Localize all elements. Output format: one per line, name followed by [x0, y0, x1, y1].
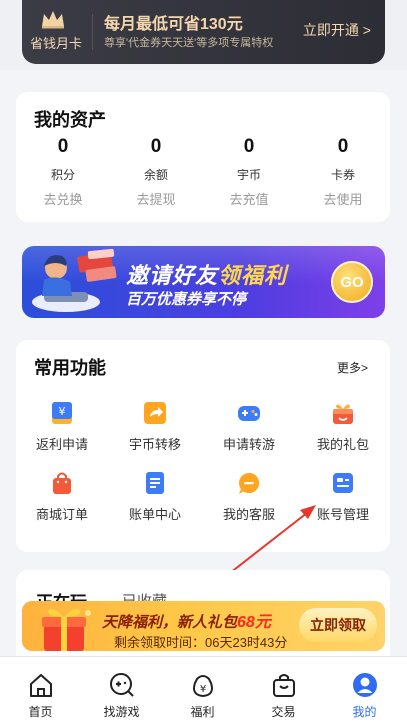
functions-card: 常用功能 更多> ¥ 返利申请 宇币转移 申请转游 我的礼包 商城订单 账单中心…: [16, 340, 390, 552]
vip-title: 每月最低可省130元: [104, 16, 243, 33]
nav-label: 福利: [190, 705, 215, 719]
asset-name: 卡券: [330, 168, 355, 182]
function-label: 返利申请: [35, 437, 88, 452]
profile-icon: [352, 673, 377, 697]
function-label: 申请转游: [222, 437, 275, 452]
gift-icon: [333, 404, 353, 424]
function-label: 商城订单: [35, 507, 88, 522]
gift-box-icon: [42, 609, 91, 651]
more-link[interactable]: 更多>: [337, 359, 368, 376]
promo-amount: 68元: [237, 614, 271, 631]
find-game-icon: [109, 673, 134, 697]
nav-trade[interactable]: 交易: [243, 657, 324, 724]
assets-title: 我的资产: [34, 110, 106, 130]
vip-subtitle: 尊享'代金券天天送'等多项专属特权: [104, 37, 274, 49]
trade-bag-icon: [272, 674, 295, 697]
nav-home[interactable]: 首页: [0, 657, 81, 724]
invite-friends-banner[interactable]: 邀请好友领福利 百万优惠券享不停 GO: [22, 246, 385, 318]
new-user-promo-banner[interactable]: 天降福利，新人礼包68元 剩余领取时间：06天23时43分 立即领取: [22, 601, 385, 651]
vip-banner-area: 省钱月卡 每月最低可省130元 尊享'代金券天天送'等多项专属特权 立即开通 >: [0, 0, 407, 70]
bottom-nav: 首页 找游戏 ¥ 福利 交易 我的: [0, 656, 407, 724]
nav-label: 首页: [28, 705, 53, 719]
asset-action-link[interactable]: 去充值: [214, 189, 284, 208]
asset-points[interactable]: 0 积分 去兑换: [28, 136, 98, 208]
asset-name: 余额: [143, 168, 168, 182]
functions-title: 常用功能: [34, 358, 106, 378]
shopping-bag-icon: [53, 472, 71, 494]
vip-open-button[interactable]: 立即开通 >: [303, 20, 371, 40]
home-icon: [29, 674, 52, 697]
account-card-icon: [333, 473, 353, 493]
nav-label: 找游戏: [103, 705, 140, 719]
invite-title-text: 邀请好友: [126, 263, 219, 288]
asset-coins[interactable]: 0 宇币 去充值: [214, 136, 284, 208]
gamepad-icon: [238, 406, 260, 421]
annotation-arrow-icon: [229, 505, 316, 574]
promo-countdown: 剩余领取时间：06天23时43分: [114, 635, 288, 650]
nav-mine[interactable]: 我的: [324, 657, 405, 724]
asset-value: 0: [243, 136, 255, 157]
invite-character-icon: [32, 248, 117, 312]
function-bill-center[interactable]: 账单中心: [115, 470, 195, 523]
asset-name: 宇币: [236, 168, 261, 182]
asset-action-link[interactable]: 去兑换: [28, 189, 98, 208]
vip-banner[interactable]: 省钱月卡 每月最低可省130元 尊享'代金券天天送'等多项专属特权 立即开通 >: [22, 0, 385, 64]
function-my-gift[interactable]: 我的礼包: [303, 400, 383, 453]
asset-value: 0: [150, 136, 162, 157]
transfer-icon: [144, 402, 166, 424]
function-label: 宇币转移: [128, 437, 181, 452]
asset-name: 积分: [50, 168, 75, 182]
go-button[interactable]: GO: [331, 261, 373, 303]
function-transfer-game[interactable]: 申请转游: [209, 400, 289, 453]
svg-text:¥: ¥: [199, 684, 205, 695]
function-coin-transfer[interactable]: 宇币转移: [115, 400, 195, 453]
asset-value: 0: [57, 136, 69, 157]
promo-title-text: 天降福利，新人礼包: [102, 614, 238, 631]
svg-text:¥: ¥: [59, 405, 66, 418]
nav-welfare[interactable]: ¥ 福利: [162, 657, 243, 724]
invite-title-highlight: 领福利: [218, 263, 288, 288]
asset-coupons[interactable]: 0 卡券 去使用: [308, 136, 378, 208]
function-label: 账单中心: [128, 507, 181, 522]
divider: [92, 14, 93, 50]
customer-service-icon: [239, 473, 259, 494]
bill-icon: [146, 472, 164, 494]
function-label: 我的礼包: [316, 437, 369, 452]
nav-label: 我的: [352, 705, 377, 719]
asset-action-link[interactable]: 去使用: [308, 189, 378, 208]
asset-action-link[interactable]: 去提现: [121, 189, 191, 208]
asset-value: 0: [337, 136, 349, 157]
nav-find-game[interactable]: 找游戏: [81, 657, 162, 724]
invite-title: 邀请好友领福利: [126, 258, 287, 290]
assets-card: 我的资产 0 积分 去兑换 0 余额 去提现 0 宇币 去充值 0 卡券 去使用: [16, 92, 390, 222]
invite-subtitle: 百万优惠券享不停: [126, 291, 247, 308]
nav-label: 交易: [271, 705, 296, 719]
function-mall-orders[interactable]: 商城订单: [22, 470, 102, 523]
function-rebate[interactable]: ¥ 返利申请: [22, 400, 102, 453]
asset-balance[interactable]: 0 余额 去提现: [121, 136, 191, 208]
crown-icon: [42, 11, 64, 29]
welfare-icon: ¥: [192, 675, 213, 698]
rebate-icon: ¥: [52, 402, 72, 424]
claim-now-button[interactable]: 立即领取: [299, 608, 377, 642]
vip-card-label: 省钱月卡: [30, 36, 83, 51]
promo-title: 天降福利，新人礼包68元: [102, 608, 271, 632]
